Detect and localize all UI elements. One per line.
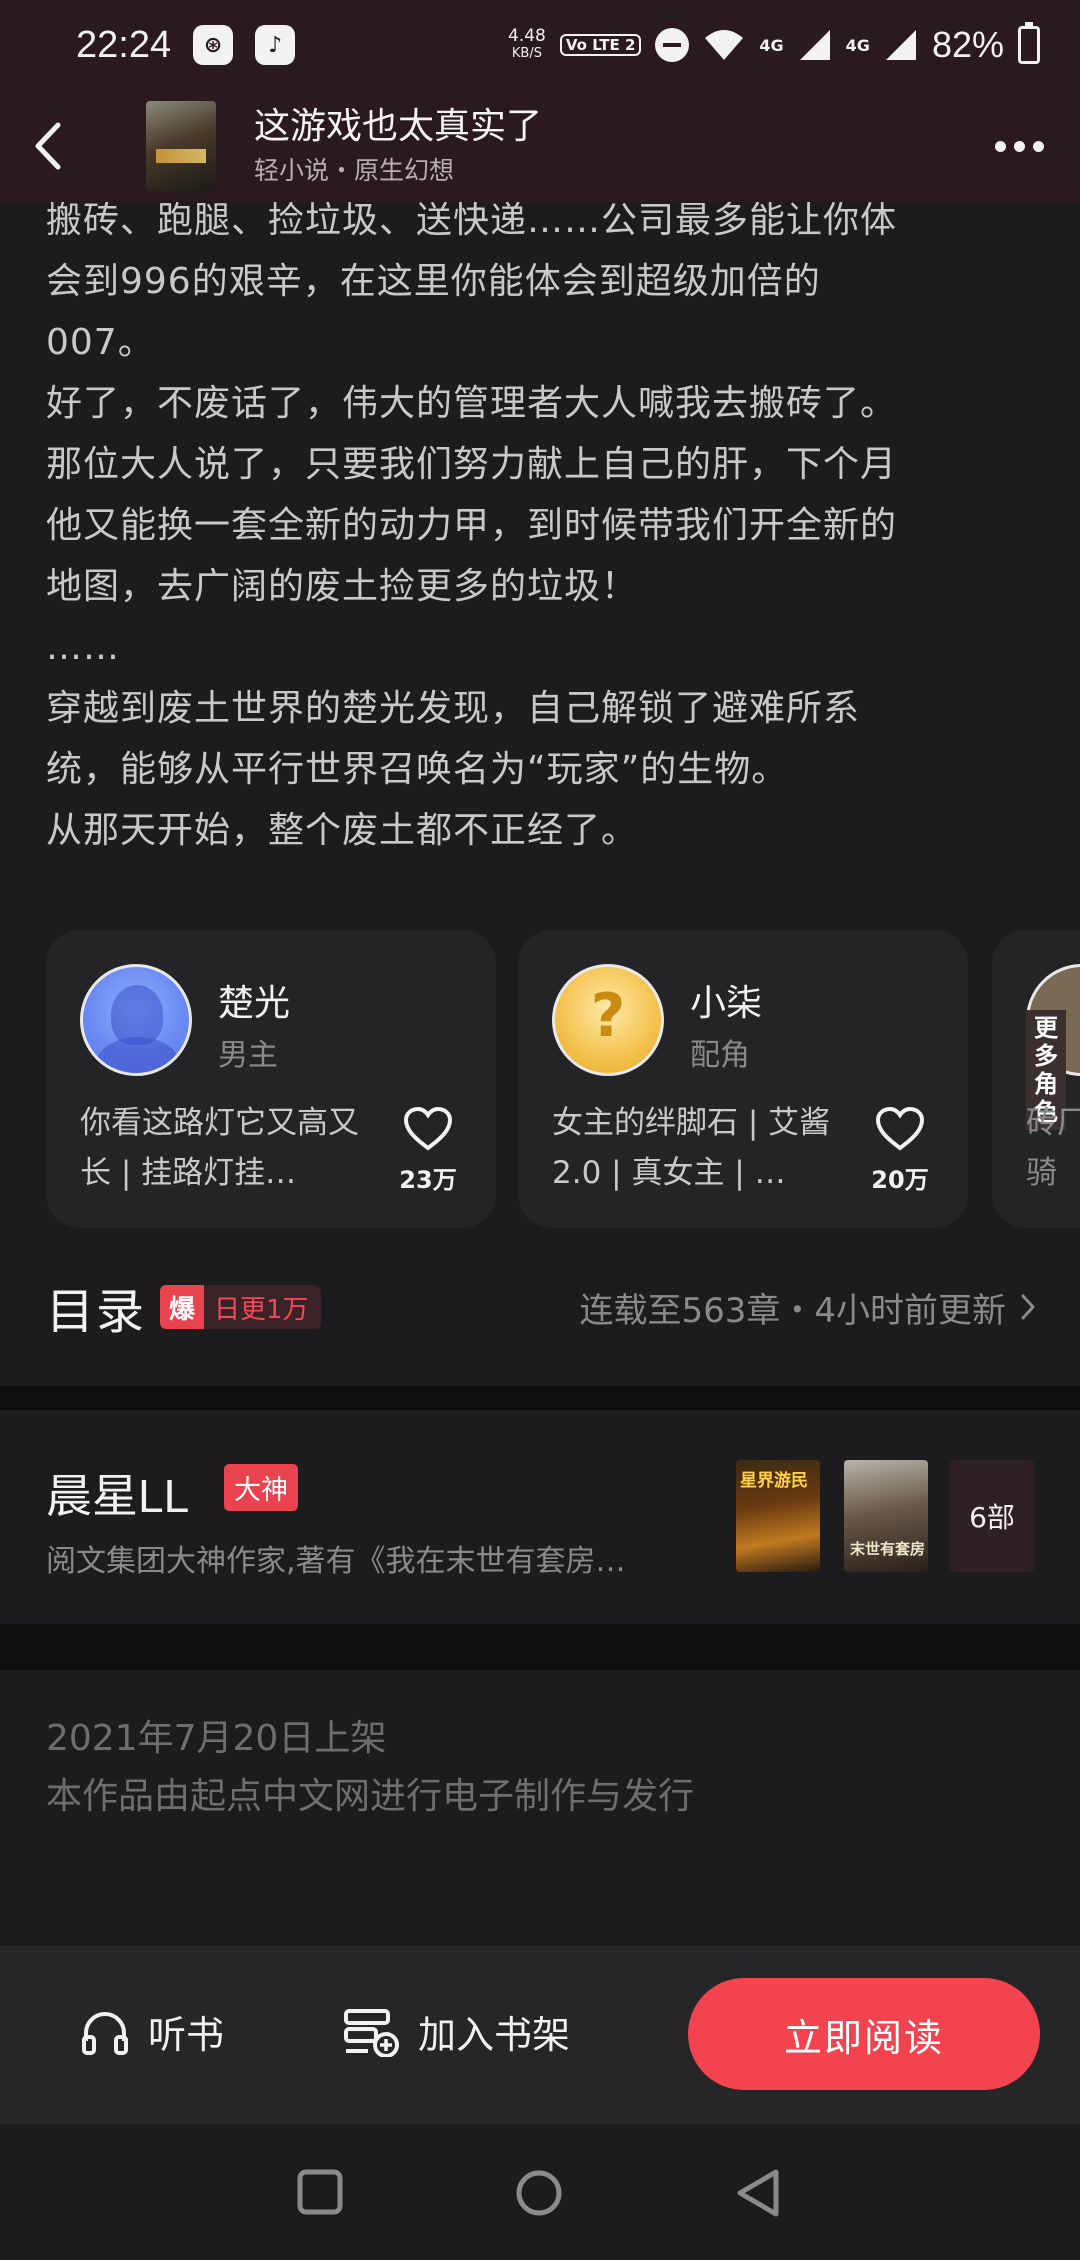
character-avatar (80, 964, 192, 1076)
system-nav-bar (0, 2124, 1080, 2260)
add-to-shelf-button[interactable]: 加入书架 (342, 2004, 570, 2059)
bottom-action-bar: 听书 加入书架 立即阅读 (0, 1946, 1080, 2124)
listen-button[interactable]: 听书 (80, 2004, 224, 2059)
back-nav-icon[interactable] (734, 2168, 782, 2218)
signal-label-2: 4G (845, 35, 870, 55)
author-description: 阅文集团大神作家,著有《我在末世有套房… (46, 1544, 626, 1579)
book-cover-caption: 末世有套房 (850, 1540, 926, 1558)
like-button[interactable]: 23万 (392, 1106, 464, 1195)
book-header: 这游戏也太真实了 轻小说・原生幻想 (0, 90, 1080, 202)
synopsis-line: 统，能够从平行世界召唤名为“玩家”的生物。 (46, 749, 789, 790)
signal-icon-1 (799, 30, 830, 60)
author-book-cover[interactable]: 星界游民 (736, 1460, 820, 1572)
synopsis-text: 搬砖、跑腿、捡垃圾、送快递……公司最多能让你体 会到996的艰辛，在这里你能体会… (46, 190, 1046, 861)
dot-icon (1014, 140, 1025, 152)
recent-apps-icon[interactable] (296, 2168, 344, 2216)
book-cover-caption: 星界游民 (740, 1471, 808, 1491)
more-options-button[interactable] (995, 140, 1044, 152)
catalog-row[interactable]: 目录 爆 日更1万 连载至563章・4小时前更新 (46, 1272, 1036, 1342)
synopsis-line: 那位大人说了，只要我们努力献上自己的肝，下个月 (46, 444, 898, 485)
read-now-button[interactable]: 立即阅读 (688, 1978, 1040, 2090)
headphones-icon (82, 2011, 128, 2055)
home-icon[interactable] (514, 2168, 564, 2218)
update-badge: 爆 日更1万 (160, 1285, 321, 1329)
net-speed-unit: KB/S (511, 46, 542, 61)
avatar-body-shape (95, 1037, 181, 1073)
signal-icon-2 (885, 30, 916, 60)
chevron-right-icon (1021, 1294, 1035, 1320)
like-button[interactable]: 20万 (864, 1106, 936, 1195)
author-name: 晨星LL (46, 1470, 190, 1522)
character-carousel[interactable]: 楚光 男主 你看这路灯它又高又长 | 挂路灯挂… 23万 ? 小柒 配角 女主的… (46, 930, 1080, 1228)
chapter-status-text: 连载至563章・4小时前更新 (579, 1290, 1006, 1331)
more-characters-card[interactable]: 更多角色 砖厂白骑 (992, 930, 1080, 1228)
character-tags-peek: 砖厂白骑 (1026, 1105, 1080, 1191)
synopsis-line: 穿越到废土世界的楚光发现，自己解锁了避难所系 (46, 688, 861, 729)
wifi-icon (705, 30, 744, 60)
publish-info: 2021年7月20日上架 本作品由起点中文网进行电子制作与发行 (46, 1710, 694, 1826)
dot-icon (995, 140, 1006, 152)
character-tags: 你看这路灯它又高又长 | 挂路灯挂… (80, 1105, 359, 1191)
add-to-shelf-icon (344, 2008, 399, 2057)
character-card[interactable]: ? 小柒 配角 女主的绊脚石 | 艾酱2.0 | 真女主 | … 20万 (518, 930, 968, 1228)
book-heading: 这游戏也太真实了 轻小说・原生幻想 (254, 105, 542, 187)
app-notification-icon: ⊛ (193, 25, 234, 65)
top-bar: 22:24 ⊛ ♪ 4.48 KB/S Vo LTE 2 4G 4G 82% 这… (0, 0, 1080, 202)
synopsis-line: 地图，去广阔的废土捡更多的垃圾！ (46, 566, 639, 607)
character-name: 小柒 (690, 983, 763, 1024)
status-bar: 22:24 ⊛ ♪ 4.48 KB/S Vo LTE 2 4G 4G 82% (0, 0, 1080, 90)
book-cover-thumbnail (146, 101, 216, 191)
shelf-label: 加入书架 (418, 2013, 571, 2057)
unknown-character-icon: ? (590, 981, 626, 1051)
heart-icon (875, 1106, 925, 1151)
character-card[interactable]: 楚光 男主 你看这路灯它又高又长 | 挂路灯挂… 23万 (46, 930, 496, 1228)
catalog-status: 连载至563章・4小时前更新 (579, 1283, 1036, 1332)
synopsis-line: …… (46, 627, 120, 668)
hot-icon: 爆 (160, 1285, 205, 1329)
book-category: 轻小说・原生幻想 (254, 156, 455, 185)
book-title: 这游戏也太真实了 (254, 106, 543, 147)
net-speed-value: 4.48 (508, 26, 546, 46)
heart-icon (403, 1106, 453, 1151)
character-role: 男主 (218, 1038, 278, 1073)
status-indicators: 4.48 KB/S Vo LTE 2 4G 4G 82% (508, 22, 1040, 66)
character-name: 楚光 (218, 983, 291, 1024)
listen-label: 听书 (148, 2013, 225, 2057)
daily-update-text: 日更1万 (214, 1294, 309, 1325)
net-speed: 4.48 KB/S (508, 28, 546, 62)
publisher-note: 本作品由起点中文网进行电子制作与发行 (46, 1776, 695, 1817)
app-notification-icon-2: ♪ (255, 25, 296, 65)
avatar-head-shape (111, 985, 163, 1045)
publish-date: 2021年7月20日上架 (46, 1718, 387, 1759)
author-book-cover[interactable]: 末世有套房 (844, 1460, 928, 1572)
author-section[interactable]: 晨星LL 大神 阅文集团大神作家,著有《我在末世有套房… 星界游民 末世有套房 … (0, 1410, 1080, 1624)
do-not-disturb-icon (655, 28, 690, 62)
author-level-badge: 大神 (224, 1464, 298, 1511)
signal-label-1: 4G (759, 35, 784, 55)
back-button[interactable] (2, 96, 92, 196)
dot-icon (1033, 140, 1044, 152)
like-count: 23万 (399, 1166, 457, 1194)
synopsis-line: 从那天开始，整个废土都不正经了。 (46, 810, 639, 851)
status-time: 22:24 (76, 23, 172, 66)
synopsis-line: 会到996的艰辛，在这里你能体会到超级加倍的 (46, 261, 821, 302)
chevron-left-icon (35, 122, 61, 170)
author-more-books-button[interactable]: 6部 (950, 1460, 1034, 1572)
battery-percent: 82% (931, 24, 1004, 65)
volte-icon: Vo LTE 2 (559, 34, 642, 56)
catalog-title: 目录 (46, 1284, 147, 1340)
synopsis-line: 他又能换一套全新的动力甲，到时候带我们开全新的 (46, 505, 898, 546)
battery-charging-icon (1018, 22, 1040, 64)
synopsis-line: 007。 (46, 322, 155, 363)
like-count: 20万 (871, 1166, 929, 1194)
character-avatar: ? (552, 964, 664, 1076)
character-tags: 女主的绊脚石 | 艾酱2.0 | 真女主 | … (552, 1105, 831, 1191)
synopsis-line: 好了，不废话了，伟大的管理者大人喊我去搬砖了。 (46, 383, 898, 424)
section-divider (0, 1624, 1080, 1670)
section-divider (0, 1386, 1080, 1410)
character-role: 配角 (690, 1038, 750, 1073)
